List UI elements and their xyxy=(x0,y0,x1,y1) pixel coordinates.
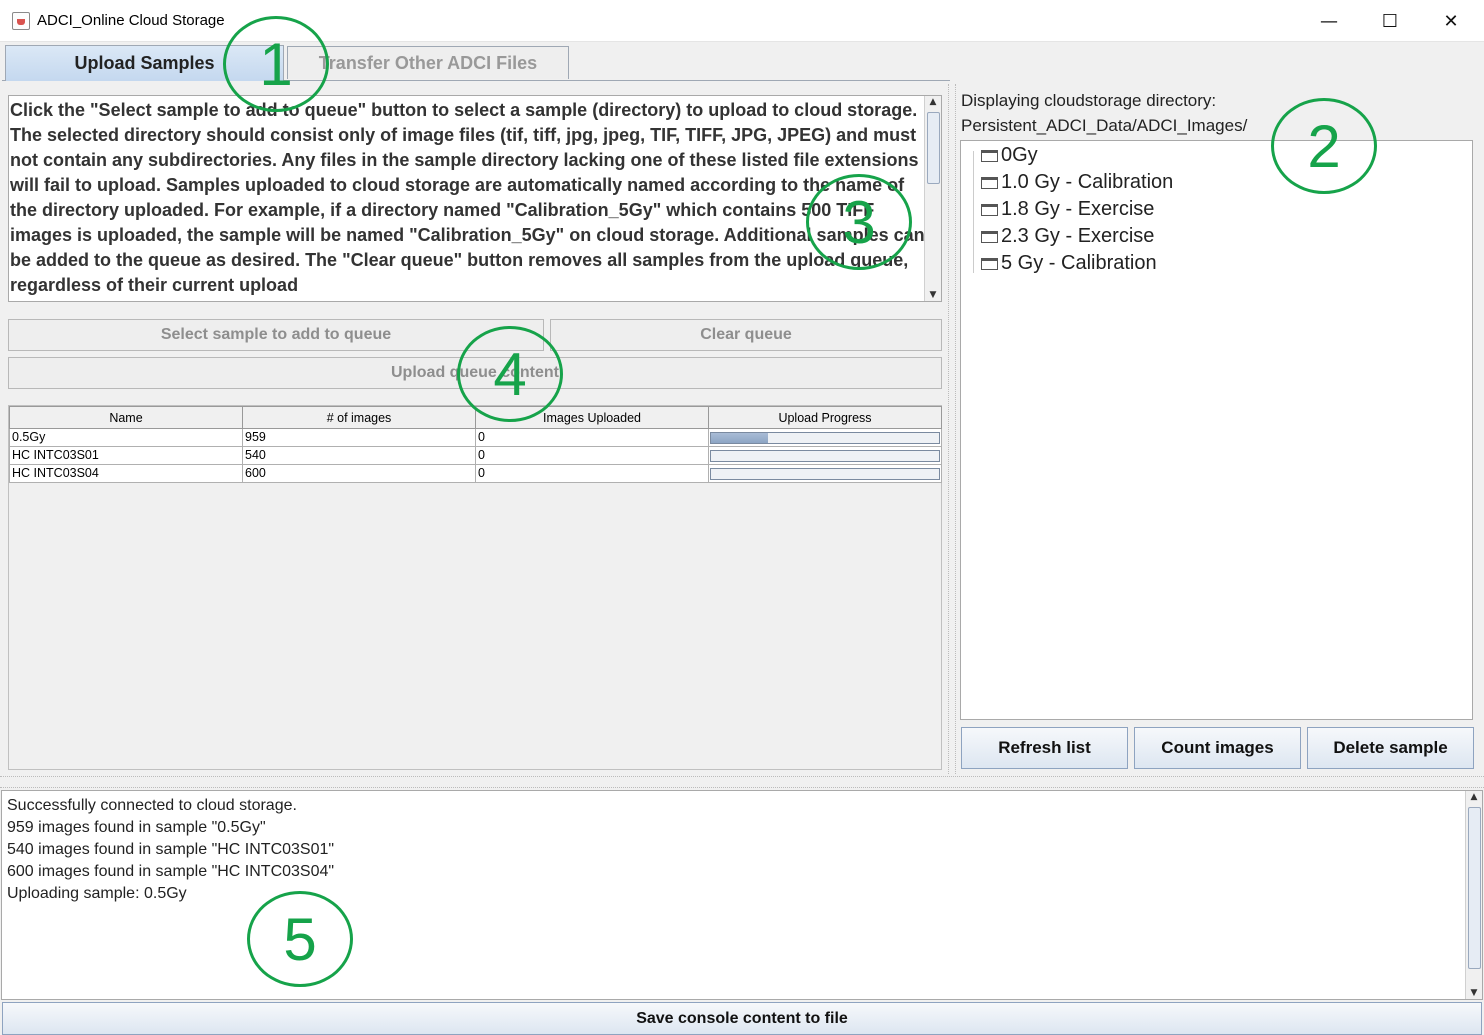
title-bar: ADCI_Online Cloud Storage — ☐ ✕ xyxy=(0,0,1484,42)
tree-folder-item[interactable]: 1.0 Gy - Calibration xyxy=(981,171,1173,194)
console-line: 959 images found in sample "0.5Gy" xyxy=(7,819,266,836)
cloud-directory-label: Displaying cloudstorage directory: Persi… xyxy=(961,88,1247,138)
minimize-button[interactable]: — xyxy=(1299,0,1359,42)
console-lines: Successfully connected to cloud storage.… xyxy=(7,795,334,905)
vertical-splitter[interactable] xyxy=(948,84,956,774)
folder-icon xyxy=(981,203,998,216)
tab-transfer-other-files[interactable]: Transfer Other ADCI Files xyxy=(287,46,569,79)
annotation-circle-2: 2 xyxy=(1271,98,1377,194)
folder-label: 1.8 Gy - Exercise xyxy=(1001,198,1155,220)
console-scrollbar[interactable]: ▲ ▼ xyxy=(1465,791,1482,999)
scroll-up-arrow-icon[interactable]: ▲ xyxy=(1466,792,1482,802)
console-line: Successfully connected to cloud storage. xyxy=(7,797,297,814)
window-title: ADCI_Online Cloud Storage xyxy=(37,12,225,29)
console-output[interactable]: Successfully connected to cloud storage.… xyxy=(1,790,1483,1000)
column-header-image-count[interactable]: # of images xyxy=(242,406,476,429)
folder-icon xyxy=(981,149,998,162)
cell-images-uploaded: 0 xyxy=(475,428,709,447)
annotation-circle-4: 4 xyxy=(457,326,563,422)
scroll-thumb[interactable] xyxy=(1468,807,1481,969)
select-sample-button[interactable]: Select sample to add to queue xyxy=(8,319,544,351)
scroll-down-arrow-icon[interactable]: ▼ xyxy=(1466,988,1482,998)
cell-images-uploaded: 0 xyxy=(475,446,709,465)
cell-image-count: 600 xyxy=(242,464,476,483)
save-console-button[interactable]: Save console content to file xyxy=(2,1002,1482,1035)
close-button[interactable]: ✕ xyxy=(1421,0,1481,42)
cloud-directory-label-line1: Displaying cloudstorage directory: xyxy=(961,91,1217,110)
horizontal-splitter[interactable] xyxy=(0,776,1484,788)
tree-folder-item[interactable]: 1.8 Gy - Exercise xyxy=(981,198,1154,221)
folder-label: 0Gy xyxy=(1001,144,1038,166)
column-header-upload-progress[interactable]: Upload Progress xyxy=(708,406,942,429)
folder-icon xyxy=(981,257,998,270)
clear-queue-button[interactable]: Clear queue xyxy=(550,319,942,351)
cell-name: 0.5Gy xyxy=(9,428,243,447)
upload-queue-table[interactable]: Name # of images Images Uploaded Upload … xyxy=(8,405,942,770)
folder-icon xyxy=(981,230,998,243)
table-row[interactable]: 0.5Gy 959 0 xyxy=(9,428,942,447)
tree-folder-item[interactable]: 5 Gy - Calibration xyxy=(981,252,1157,275)
progress-bar xyxy=(710,467,940,480)
cell-images-uploaded: 0 xyxy=(475,464,709,483)
cell-name: HC INTC03S04 xyxy=(9,464,243,483)
instructions-scrollbar[interactable]: ▲ ▼ xyxy=(924,96,941,301)
cell-image-count: 959 xyxy=(242,428,476,447)
cell-upload-progress xyxy=(708,446,942,465)
tree-connector xyxy=(973,151,974,273)
cloud-directory-path: Persistent_ADCI_Data/ADCI_Images/ xyxy=(961,116,1248,135)
scroll-up-arrow-icon[interactable]: ▲ xyxy=(925,97,941,107)
instructions-textarea[interactable]: Click the "Select sample to add to queue… xyxy=(8,95,942,302)
scroll-thumb[interactable] xyxy=(927,112,940,184)
table-row[interactable]: HC INTC03S01 540 0 xyxy=(9,446,942,465)
cell-upload-progress xyxy=(708,464,942,483)
cell-upload-progress xyxy=(708,428,942,447)
annotation-circle-1: 1 xyxy=(223,16,329,112)
annotation-circle-5: 5 xyxy=(247,891,353,987)
java-app-icon xyxy=(12,12,30,30)
maximize-button[interactable]: ☐ xyxy=(1360,0,1420,42)
folder-label: 1.0 Gy - Calibration xyxy=(1001,171,1174,193)
progress-bar xyxy=(710,449,940,462)
cell-image-count: 540 xyxy=(242,446,476,465)
refresh-list-button[interactable]: Refresh list xyxy=(961,727,1128,769)
tree-folder-item[interactable]: 0Gy xyxy=(981,144,1038,167)
delete-sample-button[interactable]: Delete sample xyxy=(1307,727,1474,769)
progress-bar xyxy=(710,431,940,444)
folder-label: 5 Gy - Calibration xyxy=(1001,252,1157,274)
count-images-button[interactable]: Count images xyxy=(1134,727,1301,769)
folder-icon xyxy=(981,176,998,189)
tree-folder-item[interactable]: 2.3 Gy - Exercise xyxy=(981,225,1154,248)
progress-fill xyxy=(711,432,768,443)
console-line: 540 images found in sample "HC INTC03S01… xyxy=(7,841,335,858)
cell-name: HC INTC03S01 xyxy=(9,446,243,465)
column-header-name[interactable]: Name xyxy=(9,406,243,429)
console-line: 600 images found in sample "HC INTC03S04… xyxy=(7,863,335,880)
folder-label: 2.3 Gy - Exercise xyxy=(1001,225,1155,247)
table-row[interactable]: HC INTC03S04 600 0 xyxy=(9,464,942,483)
scroll-down-arrow-icon[interactable]: ▼ xyxy=(925,290,941,300)
instructions-text: Click the "Select sample to add to queue… xyxy=(10,100,925,295)
annotation-circle-3: 3 xyxy=(806,174,912,270)
cloud-folder-tree[interactable]: 0Gy 1.0 Gy - Calibration 1.8 Gy - Exerci… xyxy=(960,140,1473,720)
